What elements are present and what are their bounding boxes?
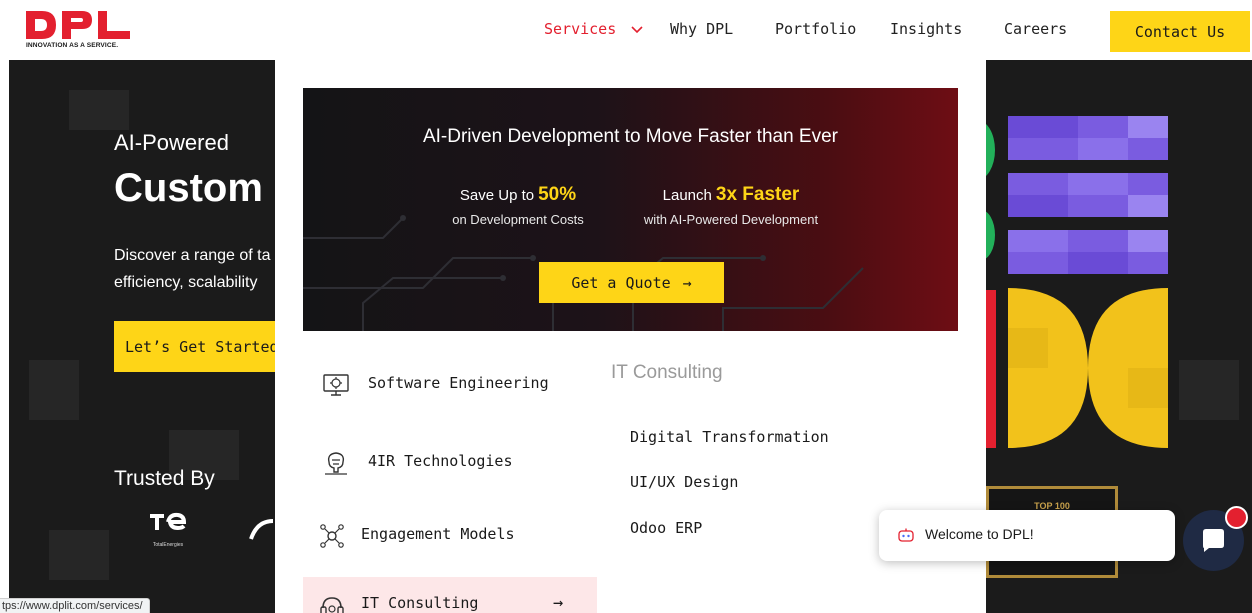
- menu-item-4ir-technologies[interactable]: 4IR Technologies: [303, 435, 597, 491]
- dpl-logo[interactable]: INNOVATION AS A SERVICE.: [26, 11, 146, 51]
- bg-tile: [69, 90, 129, 130]
- stat-subtitle: with AI-Powered Development: [643, 212, 819, 227]
- promo-stat-savings: Save Up to 50% on Development Costs: [443, 184, 593, 227]
- promo-title: AI-Driven Development to Move Faster tha…: [422, 126, 838, 147]
- art-yellow-half-circle: [1088, 288, 1168, 448]
- menu-item-engagement-models[interactable]: Engagement Models: [303, 508, 597, 564]
- nav-services-label: Services: [544, 20, 617, 38]
- arrow-right-icon: →: [553, 593, 564, 613]
- submenu-link-odoo-erp[interactable]: Odoo ERP: [630, 519, 702, 537]
- stat-prefix: Launch: [662, 187, 712, 204]
- menu-item-label: IT Consulting: [361, 594, 479, 612]
- engagement-models-icon: [320, 524, 344, 548]
- lets-get-started-button[interactable]: Let’s Get Started: [114, 321, 294, 372]
- it-consulting-icon: [320, 597, 344, 613]
- chat-icon: [1203, 529, 1224, 552]
- hero-description-line: Discover a range of ta: [114, 247, 271, 264]
- chat-welcome-text: Welcome to DPL!: [925, 526, 1034, 542]
- totalenergies-logo: TotalEnergies: [144, 508, 192, 548]
- totalenergies-mark: [150, 512, 187, 531]
- bg-tile: [49, 530, 109, 580]
- nav-careers[interactable]: Careers: [1004, 20, 1067, 38]
- browser-status-url: tps://www.dplit.com/services/: [0, 598, 150, 613]
- hero-description: Discover a range of ta efficiency, scala…: [114, 242, 284, 296]
- dpl-logo-mark: [26, 11, 130, 39]
- chatbot-icon: [898, 528, 914, 542]
- menu-item-label: Engagement Models: [361, 525, 515, 543]
- chat-notification-dot: [1225, 506, 1248, 529]
- software-engineering-icon: [323, 374, 349, 396]
- stat-prefix: Save Up to: [459, 187, 535, 204]
- promo-banner: AI-Driven Development to Move Faster tha…: [303, 88, 958, 331]
- art-purple-bar: [1008, 230, 1168, 274]
- menu-item-software-engineering[interactable]: Software Engineering: [303, 357, 597, 413]
- promo-stat-speed: Launch 3x Faster with AI-Powered Developm…: [621, 184, 841, 227]
- site-header: INNOVATION AS A SERVICE. Services Why DP…: [0, 0, 1252, 60]
- art-purple-bar: [1008, 116, 1168, 160]
- hero-title: Custom S: [114, 166, 301, 210]
- bg-tile: [29, 360, 79, 420]
- 4ir-technologies-icon: [325, 452, 347, 475]
- nav-portfolio[interactable]: Portfolio: [775, 20, 856, 38]
- bg-tile: [1179, 360, 1239, 420]
- submenu-link-ui-ux-design[interactable]: UI/UX Design: [630, 473, 738, 491]
- menu-item-label: Software Engineering: [368, 374, 549, 392]
- hero-eyebrow: AI-Powered: [114, 130, 229, 155]
- trusted-by-heading: Trusted By: [114, 467, 215, 490]
- nav-why-dpl[interactable]: Why DPL: [670, 20, 733, 38]
- art-purple-bar: [1008, 173, 1168, 217]
- logo-tagline: INNOVATION AS A SERVICE.: [26, 42, 119, 49]
- stat-highlight: 3x Faster: [715, 184, 800, 205]
- nav-insights[interactable]: Insights: [890, 20, 962, 38]
- get-a-quote-label: Get a Quote: [571, 273, 671, 292]
- stat-highlight: 50%: [538, 184, 577, 205]
- menu-item-it-consulting[interactable]: IT Consulting →: [303, 577, 597, 613]
- arrow-right-icon: →: [682, 273, 692, 292]
- client-logo-swoosh: [249, 519, 274, 540]
- chevron-down-icon: [631, 25, 643, 33]
- totalenergies-label: TotalEnergies: [152, 542, 184, 548]
- nav-services[interactable]: Services: [544, 20, 643, 38]
- chat-welcome-bubble[interactable]: Welcome to DPL!: [879, 510, 1175, 561]
- menu-item-label: 4IR Technologies: [368, 452, 513, 470]
- contact-us-button[interactable]: Contact Us: [1110, 11, 1250, 52]
- submenu-heading: IT Consulting: [611, 362, 723, 383]
- submenu-link-digital-transformation[interactable]: Digital Transformation: [630, 428, 829, 446]
- hero-description-line: efficiency, scalability: [114, 274, 258, 291]
- get-a-quote-button[interactable]: Get a Quote →: [539, 262, 724, 303]
- art-yellow-half-circle: [1008, 288, 1088, 448]
- stat-subtitle: on Development Costs: [452, 212, 584, 227]
